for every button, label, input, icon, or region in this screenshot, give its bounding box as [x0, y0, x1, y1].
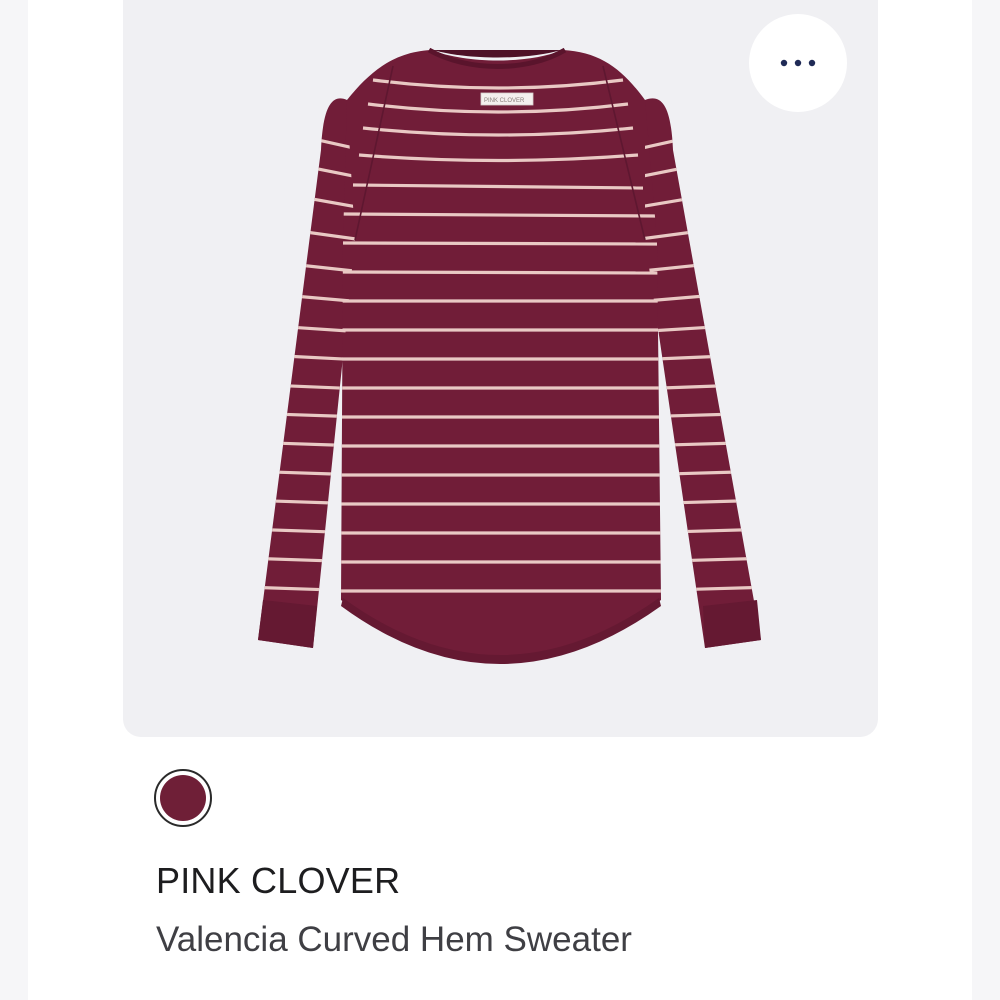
- product-name: Valencia Curved Hem Sweater: [156, 920, 632, 959]
- left-sleeve: [258, 98, 355, 649]
- sweater-body: [341, 50, 661, 659]
- more-horizontal-icon: [780, 59, 816, 67]
- neck-tag-text: PINK CLOVER: [484, 98, 525, 104]
- right-edge: [972, 0, 1000, 1000]
- brand-name: PINK CLOVER: [156, 860, 401, 901]
- color-swatch-selected[interactable]: [154, 769, 212, 827]
- left-cuff: [258, 600, 317, 648]
- right-sleeve: [645, 98, 761, 649]
- product-image-card[interactable]: PINK CLOVER: [123, 0, 878, 737]
- more-options-button[interactable]: [749, 14, 847, 112]
- right-cuff: [703, 600, 761, 648]
- product-image: PINK CLOVER: [258, 47, 761, 664]
- left-edge: [0, 0, 28, 1000]
- color-swatch-fill: [160, 775, 206, 821]
